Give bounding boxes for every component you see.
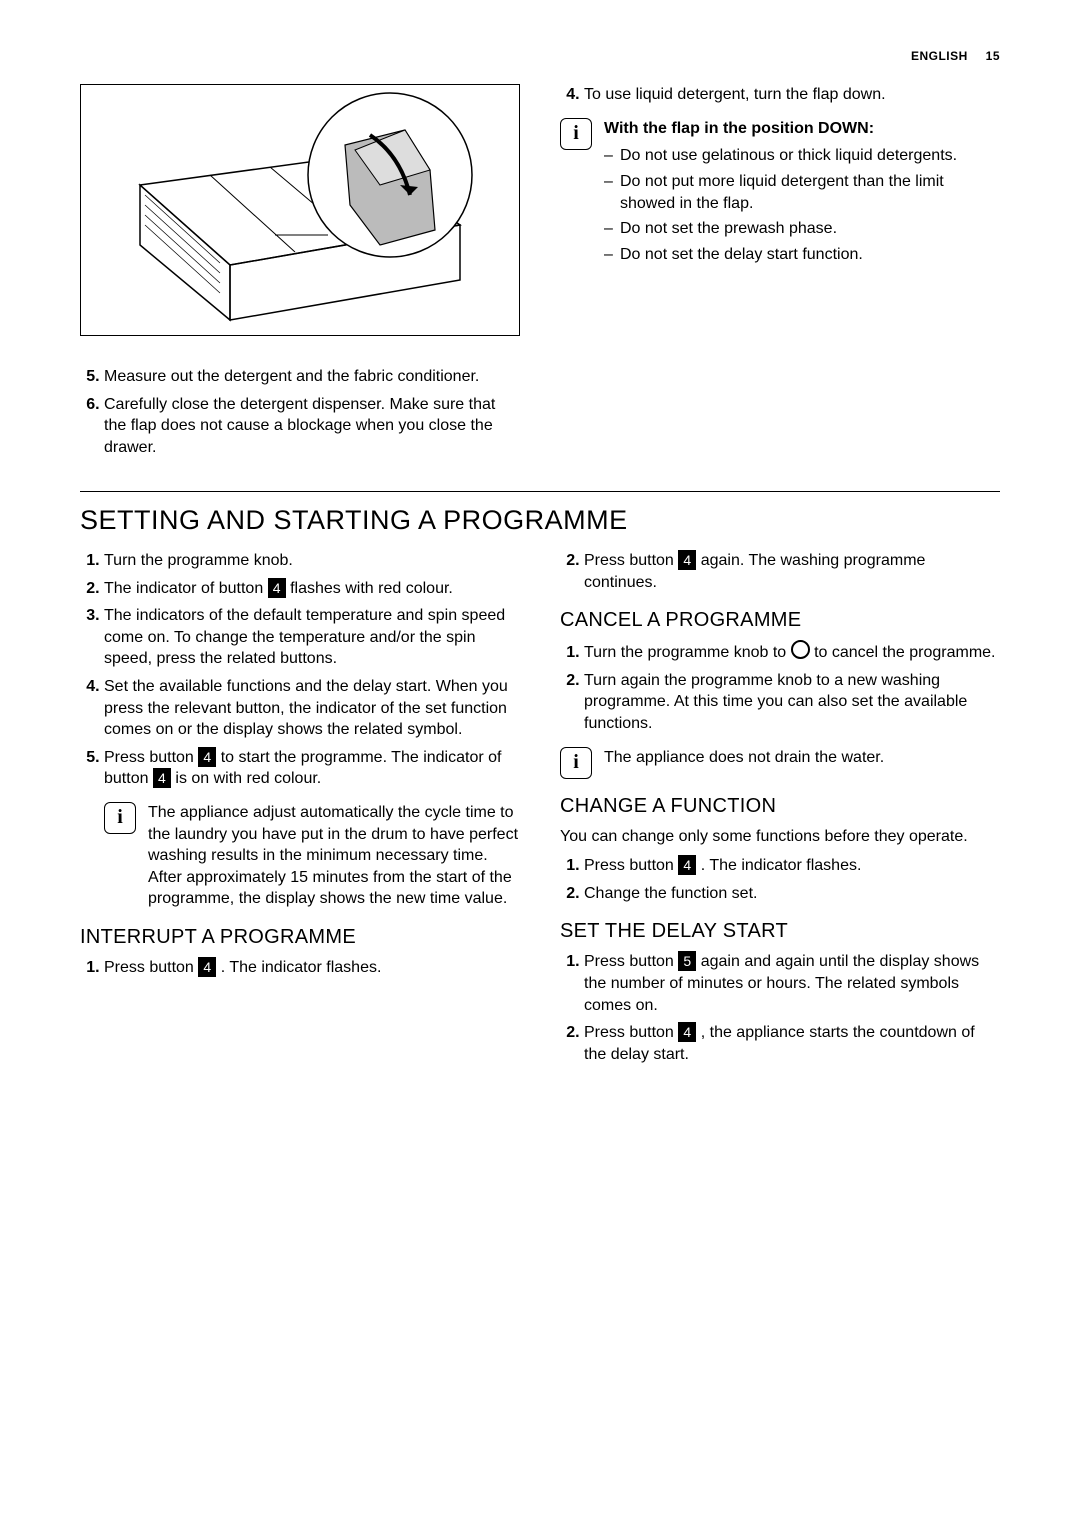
start-step-5: Press button 4 to start the programme. T… <box>104 747 520 790</box>
change-step-2: Change the function set. <box>584 883 1000 905</box>
delay-step-1: Press button 5 again and again until the… <box>584 951 1000 1016</box>
cancel-step-2: Turn again the programme knob to a new w… <box>584 670 1000 735</box>
interrupt-list-cont: Press button 4 again. The washing progra… <box>560 550 1000 593</box>
auto-adjust-text: The appliance adjust automatically the c… <box>148 802 520 910</box>
main-right-column: Press button 4 again. The washing progra… <box>560 550 1000 1077</box>
flap-dash-4: Do not set the delay start function. <box>604 244 1000 266</box>
button-4-icon: 4 <box>153 768 171 788</box>
step-4: To use liquid detergent, turn the flap d… <box>584 84 1000 106</box>
off-position-icon <box>791 640 810 659</box>
main-section: Turn the programme knob. The indicator o… <box>80 550 1000 1077</box>
top-left-list: Measure out the detergent and the fabric… <box>80 366 520 458</box>
start-step-4: Set the available functions and the dela… <box>104 676 520 741</box>
button-4-icon: 4 <box>198 957 216 977</box>
step-5: Measure out the detergent and the fabric… <box>104 366 520 388</box>
change-step-1: Press button 4 . The indicator flashes. <box>584 855 1000 877</box>
top-section: Measure out the detergent and the fabric… <box>80 84 1000 470</box>
flap-down-info: i With the flap in the position DOWN: Do… <box>560 118 1000 270</box>
section-divider <box>80 491 1000 492</box>
change-function-list: Press button 4 . The indicator flashes. … <box>560 855 1000 904</box>
cancel-info-text: The appliance does not drain the water. <box>604 747 1000 769</box>
interrupt-step-1: Press button 4 . The indicator flashes. <box>104 957 520 979</box>
language-label: ENGLISH <box>911 49 968 63</box>
step-6: Carefully close the detergent dispenser.… <box>104 394 520 459</box>
change-function-intro: You can change only some functions befor… <box>560 826 1000 848</box>
cancel-heading: CANCEL A PROGRAMME <box>560 607 1000 634</box>
button-5-icon: 5 <box>678 951 696 971</box>
change-function-heading: CHANGE A FUNCTION <box>560 793 1000 820</box>
page-header: ENGLISH 15 <box>80 48 1000 64</box>
flap-dash-3: Do not set the prewash phase. <box>604 218 1000 240</box>
flap-dash-2: Do not put more liquid detergent than th… <box>604 171 1000 214</box>
cancel-info: i The appliance does not drain the water… <box>560 747 1000 779</box>
flap-down-list: Do not use gelatinous or thick liquid de… <box>604 145 1000 265</box>
button-4-icon: 4 <box>678 855 696 875</box>
main-left-column: Turn the programme knob. The indicator o… <box>80 550 520 1077</box>
page-number: 15 <box>986 49 1000 63</box>
info-icon: i <box>560 747 592 779</box>
auto-adjust-info: i The appliance adjust automatically the… <box>104 802 520 910</box>
start-step-2: The indicator of button 4 flashes with r… <box>104 578 520 600</box>
info-icon: i <box>560 118 592 150</box>
top-left-column: Measure out the detergent and the fabric… <box>80 84 520 470</box>
main-heading: SETTING AND STARTING A PROGRAMME <box>80 502 1000 538</box>
button-4-icon: 4 <box>268 578 286 598</box>
button-4-icon: 4 <box>678 1022 696 1042</box>
start-step-3: The indicators of the default temperatur… <box>104 605 520 670</box>
button-4-icon: 4 <box>198 747 216 767</box>
interrupt-step-2: Press button 4 again. The washing progra… <box>584 550 1000 593</box>
interrupt-list: Press button 4 . The indicator flashes. <box>80 957 520 979</box>
top-right-list: To use liquid detergent, turn the flap d… <box>560 84 1000 106</box>
delay-start-heading: SET THE DELAY START <box>560 918 1000 945</box>
delay-start-list: Press button 5 again and again until the… <box>560 951 1000 1065</box>
cancel-step-1: Turn the programme knob to to cancel the… <box>584 640 1000 664</box>
top-right-column: To use liquid detergent, turn the flap d… <box>560 84 1000 470</box>
start-step-1: Turn the programme knob. <box>104 550 520 572</box>
flap-down-content: With the flap in the position DOWN: Do n… <box>604 118 1000 270</box>
button-4-icon: 4 <box>678 550 696 570</box>
delay-step-2: Press button 4 , the appliance starts th… <box>584 1022 1000 1065</box>
interrupt-heading: INTERRUPT A PROGRAMME <box>80 924 520 951</box>
flap-down-title: With the flap in the position DOWN: <box>604 118 1000 140</box>
info-icon: i <box>104 802 136 834</box>
detergent-drawer-illustration <box>80 84 520 336</box>
flap-dash-1: Do not use gelatinous or thick liquid de… <box>604 145 1000 167</box>
start-programme-list: Turn the programme knob. The indicator o… <box>80 550 520 790</box>
cancel-list: Turn the programme knob to to cancel the… <box>560 640 1000 734</box>
